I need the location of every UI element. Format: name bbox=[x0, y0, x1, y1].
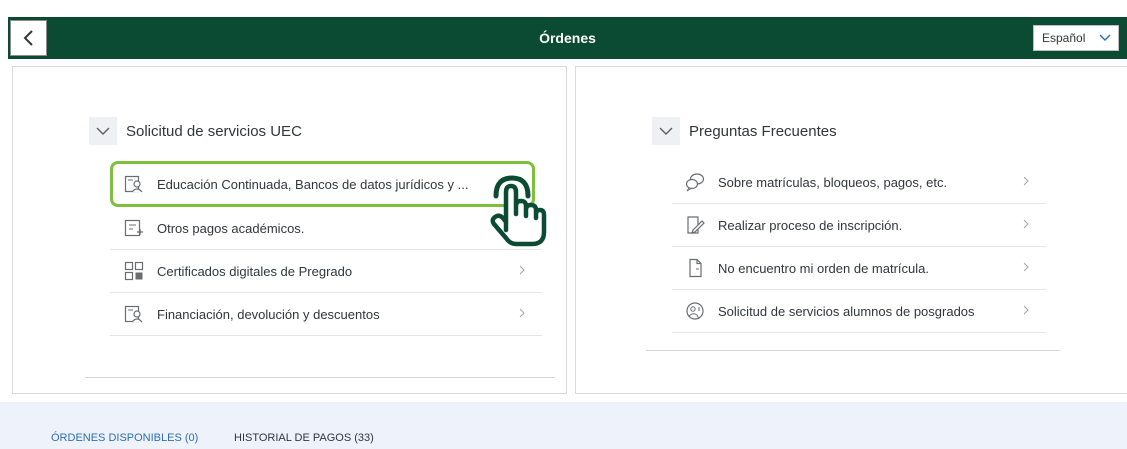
shell-header: Órdenes Español bbox=[8, 17, 1127, 59]
tab-bar: ÓRDENES DISPONIBLES (0) HISTORIAL DE PAG… bbox=[0, 402, 1127, 449]
list-item-label: Educación Continuada, Bancos de datos ju… bbox=[157, 176, 469, 192]
chevron-down-icon bbox=[1099, 34, 1111, 41]
group-title: Solicitud de servicios UEC bbox=[126, 122, 302, 140]
checklist-add-icon bbox=[123, 217, 145, 239]
list-item-certificados[interactable]: Certificados digitales de Pregrado bbox=[110, 250, 542, 293]
list-item-otros-pagos[interactable]: Otros pagos académicos. bbox=[110, 207, 542, 250]
chat-bubbles-icon bbox=[684, 171, 706, 193]
list-item-label: No encuentro mi orden de matrícula. bbox=[718, 260, 929, 276]
right-panel: Preguntas Frecuentes Sobre matrículas, b… bbox=[575, 66, 1127, 394]
chevron-right-icon bbox=[1023, 305, 1029, 315]
list-item-label: Financiación, devolución y descuentos bbox=[157, 306, 380, 322]
list-item-label: Realizar proceso de inscripción. bbox=[718, 217, 903, 233]
chevron-right-icon bbox=[519, 265, 525, 275]
group-title: Preguntas Frecuentes bbox=[689, 122, 837, 140]
service-globe-icon bbox=[684, 300, 706, 322]
list-item-label: Certificados digitales de Pregrado bbox=[157, 263, 353, 279]
tab-ordenes-disponibles[interactable]: ÓRDENES DISPONIBLES (0) bbox=[51, 432, 198, 444]
page-title: Órdenes bbox=[539, 30, 596, 46]
chevron-right-icon bbox=[519, 308, 525, 318]
chevron-right-icon bbox=[1023, 176, 1029, 186]
person-card-icon bbox=[123, 303, 145, 325]
list-item-financiacion[interactable]: Financiación, devolución y descuentos bbox=[110, 293, 542, 336]
tab-historial-pagos[interactable]: HISTORIAL DE PAGOS (33) bbox=[234, 432, 374, 444]
divider bbox=[85, 377, 555, 378]
list-item-no-encuentro[interactable]: No encuentro mi orden de matrícula. bbox=[672, 247, 1046, 290]
list-item-label: Sobre matrículas, bloqueos, pagos, etc. bbox=[718, 174, 948, 190]
divider bbox=[646, 350, 1060, 351]
chevron-right-icon bbox=[1023, 262, 1029, 272]
list-item-educacion-continuada[interactable]: Educación Continuada, Bancos de datos ju… bbox=[110, 161, 535, 207]
group-header-solicitud[interactable]: Solicitud de servicios UEC bbox=[89, 117, 302, 145]
chevron-down-icon bbox=[659, 127, 673, 135]
left-panel: Solicitud de servicios UEC Educación Con… bbox=[12, 66, 567, 394]
language-select[interactable]: Español bbox=[1033, 25, 1119, 51]
list-item-posgrados[interactable]: Solicitud de servicios alumnos de posgra… bbox=[672, 290, 1046, 333]
language-select-value: Español bbox=[1042, 31, 1086, 45]
list-item-sobre-matriculas[interactable]: Sobre matrículas, bloqueos, pagos, etc. bbox=[672, 161, 1046, 204]
chevron-left-icon bbox=[23, 30, 33, 46]
back-button[interactable] bbox=[10, 20, 47, 56]
list-item-label: Solicitud de servicios alumnos de posgra… bbox=[718, 303, 975, 319]
collapse-toggle[interactable] bbox=[89, 117, 117, 145]
edit-form-icon bbox=[684, 214, 706, 236]
collapse-toggle[interactable] bbox=[652, 117, 680, 145]
certificate-grid-icon bbox=[123, 260, 145, 282]
list-item-label: Otros pagos académicos. bbox=[157, 220, 305, 236]
chevron-down-icon bbox=[96, 127, 110, 135]
chevron-right-icon bbox=[1023, 219, 1029, 229]
list-item-inscripcion[interactable]: Realizar proceso de inscripción. bbox=[672, 204, 1046, 247]
group-header-preguntas[interactable]: Preguntas Frecuentes bbox=[652, 117, 837, 145]
person-card-icon bbox=[123, 173, 145, 195]
document-icon bbox=[684, 257, 706, 279]
